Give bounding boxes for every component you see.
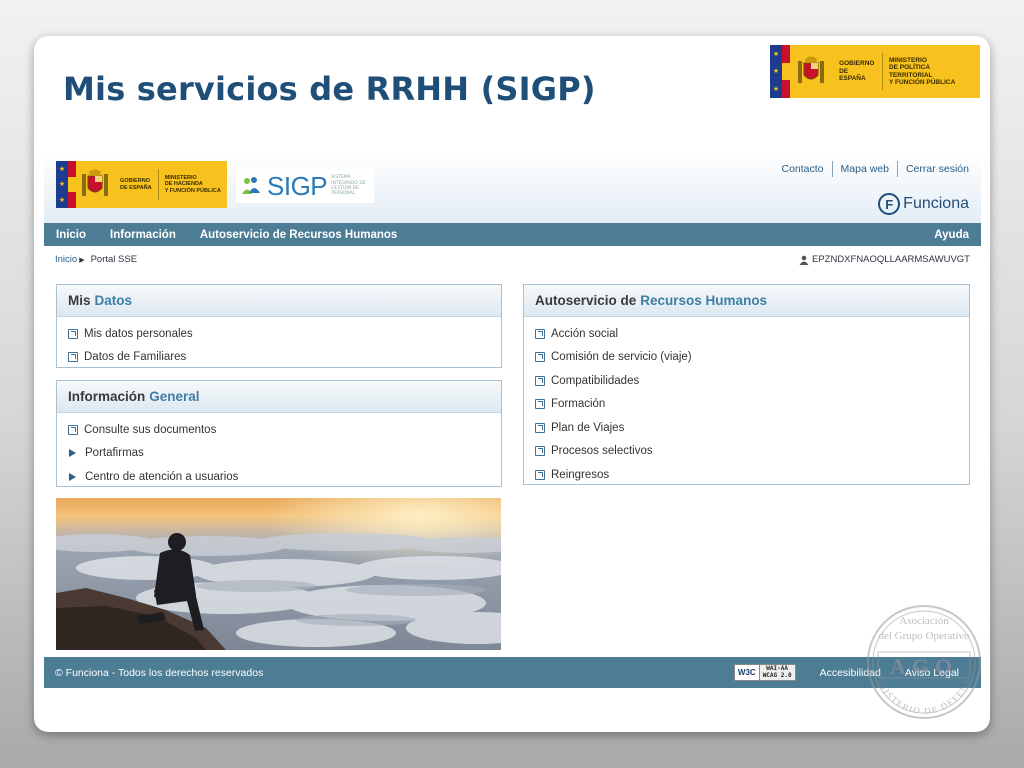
nav-ayuda[interactable]: Ayuda bbox=[934, 229, 981, 241]
panel-title-a: Información bbox=[68, 389, 146, 404]
ministerio-text: MINISTERIO DE HACIENDA Y FUNCIÓN PÚBLICA bbox=[164, 175, 221, 194]
triangle-right-icon bbox=[69, 472, 76, 481]
stamp-line1: Asociación bbox=[899, 615, 949, 627]
link-label: Acción social bbox=[551, 327, 619, 340]
contact-link[interactable]: Contacto bbox=[773, 161, 833, 177]
breadcrumb-home[interactable]: Inicio bbox=[55, 254, 77, 265]
breadcrumb: Inicio ▶ Portal SSE bbox=[55, 254, 137, 265]
external-link-icon bbox=[535, 422, 545, 433]
panel-title-a: Mis bbox=[68, 293, 91, 308]
external-link-icon bbox=[535, 469, 545, 480]
breadcrumb-current: Portal SSE bbox=[90, 254, 138, 265]
link-accion-social[interactable]: Acción social bbox=[524, 322, 969, 346]
sigp-people-icon bbox=[239, 174, 263, 198]
sigp-portal: ★ ★ ★ GOBIERNO DE ESPAÑA MINISTERIO DE HAC… bbox=[44, 153, 981, 688]
logout-link[interactable]: Cerrar sesión bbox=[898, 161, 969, 177]
panel-mis-datos: Mis Datos Mis datos personales Datos de … bbox=[56, 284, 502, 368]
link-label: Portafirmas bbox=[85, 447, 144, 460]
triangle-right-icon bbox=[69, 449, 76, 458]
nav-autoservicio[interactable]: Autoservicio de Recursos Humanos bbox=[188, 229, 409, 241]
external-link-icon bbox=[535, 399, 545, 410]
link-comision-servicio[interactable]: Comisión de servicio (viaje) bbox=[524, 346, 969, 370]
link-consulte-documentos[interactable]: Consulte sus documentos bbox=[57, 418, 501, 442]
panel-informacion-general: Información General Consulte sus documen… bbox=[56, 380, 502, 487]
external-link-icon bbox=[535, 328, 545, 339]
wcag-line-2: WCAG 2.0 bbox=[762, 671, 792, 679]
user-id: EPZNDXFNAOQLLAARMSAWUVGT bbox=[811, 254, 970, 265]
user-info: EPZNDXFNAOQLLAARMSAWUVGT bbox=[799, 254, 970, 265]
funciona-brand: Funciona bbox=[903, 195, 969, 212]
sigp-logo: SIGP SISTEMA INTEGRADO DE GESTIÓN DE PER… bbox=[236, 169, 374, 203]
sigp-subtitle: SISTEMA INTEGRADO DE GESTIÓN DE PERSONAL bbox=[331, 175, 366, 197]
external-link-icon bbox=[535, 375, 545, 386]
slide-title: Mis servicios de RRHH (SIGP) bbox=[63, 70, 596, 108]
link-label: Consulte sus documentos bbox=[84, 423, 217, 436]
link-label: Centro de atención a usuarios bbox=[85, 470, 239, 483]
copyright-text: © Funciona - Todos los derechos reservad… bbox=[55, 666, 264, 679]
link-label: Mis datos personales bbox=[84, 327, 193, 340]
wcag-badge[interactable]: W3C WAI-AA WCAG 2.0 bbox=[733, 664, 796, 681]
external-link-icon bbox=[535, 446, 545, 457]
flag-icon: ★ ★ ★ bbox=[770, 45, 790, 98]
hacienda-logo: ★ ★ ★ GOBIERNO DE ESPAÑA MINISTERIO DE HAC… bbox=[56, 161, 227, 208]
link-reingresos[interactable]: Reingresos bbox=[524, 463, 969, 487]
panel-autoservicio: Autoservicio de Recursos Humanos Acción … bbox=[523, 284, 970, 485]
nav-informacion[interactable]: Información bbox=[98, 229, 188, 241]
external-link-icon bbox=[68, 328, 78, 339]
sigp-word: SIGP bbox=[267, 170, 328, 201]
link-plan-viajes[interactable]: Plan de Viajes bbox=[524, 416, 969, 440]
panel-title-b: Recursos Humanos bbox=[640, 293, 768, 308]
gobierno-text: GOBIERNO DE ESPAÑA bbox=[839, 60, 875, 83]
link-compatibilidades[interactable]: Compatibilidades bbox=[524, 369, 969, 393]
ministerio-text: MINISTERIO DE POLÍTICA TERRITORIAL Y FUN… bbox=[888, 56, 956, 86]
panel-title: Autoservicio de Recursos Humanos bbox=[524, 285, 969, 317]
link-label: Plan de Viajes bbox=[551, 421, 625, 434]
nav-inicio[interactable]: Inicio bbox=[44, 229, 98, 241]
link-label: Formación bbox=[551, 398, 606, 411]
link-label: Datos de Familiares bbox=[84, 351, 187, 364]
sitemap-link[interactable]: Mapa web bbox=[833, 161, 898, 177]
external-link-icon bbox=[535, 352, 545, 363]
panel-title: Información General bbox=[57, 381, 501, 413]
main-nav: Inicio Información Autoservicio de Recur… bbox=[44, 223, 981, 246]
link-procesos-selectivos[interactable]: Procesos selectivos bbox=[524, 440, 969, 464]
panel-title-b: Datos bbox=[94, 293, 133, 308]
flag-icon: ★ ★ ★ bbox=[56, 161, 76, 208]
gobierno-logo: ★ ★ ★ GOBIERNO DE ESPAÑA MINISTERIO DE POL… bbox=[770, 45, 980, 98]
panel-title: Mis Datos bbox=[57, 285, 501, 317]
banner-photo bbox=[56, 498, 501, 650]
user-icon bbox=[799, 255, 809, 265]
link-formacion[interactable]: Formación bbox=[524, 393, 969, 417]
ago-stamp: Asociación del Grupo Operativo AGO MINIS… bbox=[862, 602, 986, 720]
w3c-icon: W3C bbox=[735, 665, 760, 680]
external-link-icon bbox=[68, 424, 78, 435]
coat-of-arms-icon bbox=[790, 45, 833, 98]
coat-of-arms-icon bbox=[76, 161, 114, 208]
link-portafirmas[interactable]: Portafirmas bbox=[57, 442, 501, 466]
gobierno-text: GOBIERNO DE ESPAÑA bbox=[120, 178, 152, 191]
panel-title-b: General bbox=[149, 389, 200, 404]
link-centro-atencion[interactable]: Centro de atención a usuarios bbox=[57, 465, 501, 489]
panel-title-a: Autoservicio de bbox=[535, 293, 637, 308]
link-mis-datos-personales[interactable]: Mis datos personales bbox=[57, 322, 501, 346]
funciona-logo[interactable]: F Funciona bbox=[878, 193, 969, 215]
top-links: Contacto Mapa web Cerrar sesión bbox=[773, 161, 969, 177]
external-link-icon bbox=[68, 352, 78, 363]
link-label: Compatibilidades bbox=[551, 374, 640, 387]
app-footer: © Funciona - Todos los derechos reservad… bbox=[44, 657, 981, 688]
link-datos-familiares[interactable]: Datos de Familiares bbox=[57, 346, 501, 370]
stamp-line2: del Grupo Operativo bbox=[878, 630, 970, 642]
link-label: Procesos selectivos bbox=[551, 445, 653, 458]
stamp-letters: AGO bbox=[890, 654, 958, 679]
wcag-text: WAI-AA WCAG 2.0 bbox=[759, 665, 795, 680]
link-label: Comisión de servicio (viaje) bbox=[551, 351, 692, 364]
link-label: Reingresos bbox=[551, 468, 610, 481]
funciona-icon: F bbox=[878, 193, 901, 215]
breadcrumb-arrow-icon: ▶ bbox=[79, 256, 85, 264]
